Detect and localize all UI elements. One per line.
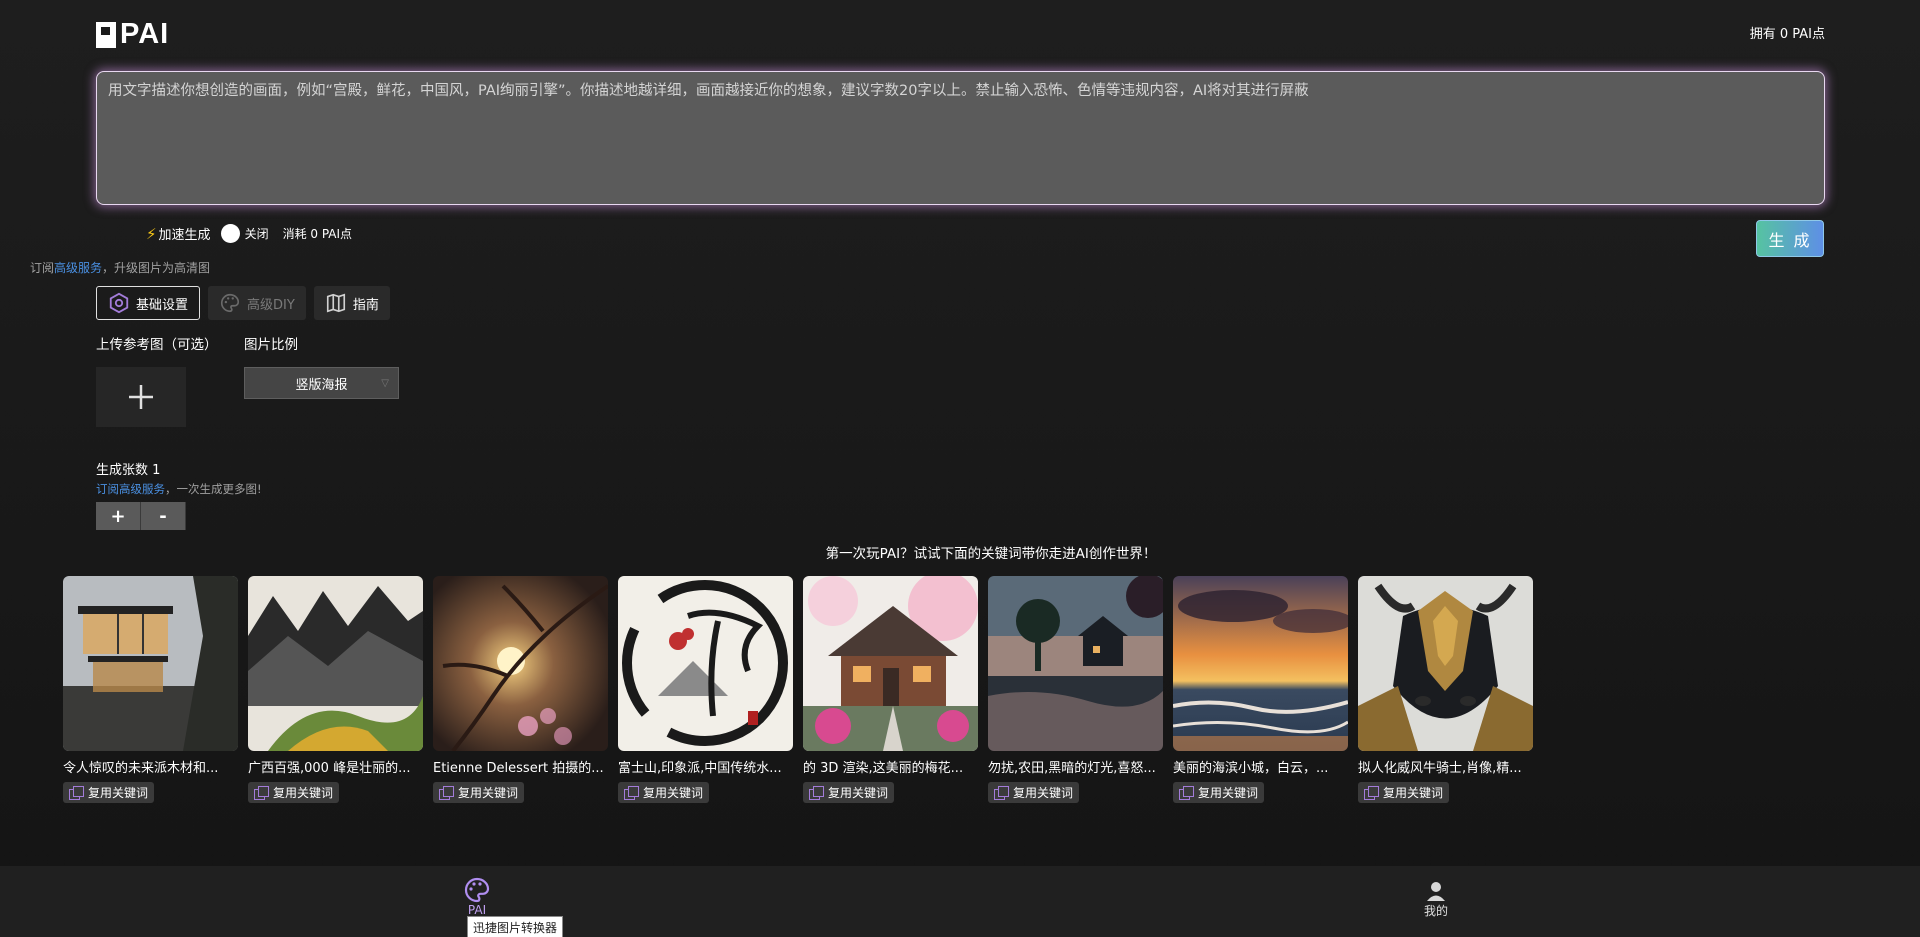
lightning-icon: ⚡ <box>146 224 157 243</box>
count-sub-suffix: ，一次生成更多图! <box>165 482 262 496</box>
reuse-keywords-button[interactable]: 复用关键词 <box>248 782 340 803</box>
copy-icon <box>1179 785 1194 800</box>
gallery-card-title: Etienne Delessert 拍摄的... <box>433 761 604 776</box>
reuse-keywords-button[interactable]: 复用关键词 <box>988 782 1080 803</box>
gallery-card-title: 美丽的海滨小城，白云，... <box>1173 761 1329 776</box>
tab-label: 指南 <box>352 297 379 313</box>
settings-tabs: 基础设置 高级DIY 指南 <box>96 286 390 320</box>
gallery-card[interactable]: 的 3D 渲染,这美丽的梅花... 复用关键词 <box>803 576 978 804</box>
reuse-keywords-button[interactable]: 复用关键词 <box>618 782 710 803</box>
gallery-card[interactable]: 美丽的海滨小城，白云，... 复用关键词 <box>1173 576 1348 804</box>
copy-icon <box>624 785 639 800</box>
bottom-nav: PAI 我的 <box>0 866 1920 937</box>
reuse-label: 复用关键词 <box>273 786 334 800</box>
copy-icon <box>254 785 269 800</box>
palette-icon <box>221 293 240 313</box>
premium-service-link[interactable]: 高级服务 <box>54 261 102 275</box>
points-balance: 拥有 0 PAI点 <box>1749 27 1825 42</box>
ratio-select[interactable]: 竖版海报 ▽ <box>244 367 399 399</box>
generate-button[interactable]: 生 成 <box>1756 220 1824 257</box>
tab-label: 高级DIY <box>247 297 295 313</box>
upload-reference-button[interactable] <box>96 367 186 427</box>
gallery-image-dark-farmhouse[interactable] <box>988 576 1163 751</box>
upload-label: 上传参考图（可选） <box>96 337 218 353</box>
speed-cost: 消耗 0 PAI点 <box>282 227 353 241</box>
reuse-label: 复用关键词 <box>643 786 704 800</box>
speed-row: ⚡ 加速生成 关闭 消耗 0 PAI点 <box>146 224 352 243</box>
map-icon <box>326 293 345 313</box>
gallery-card[interactable]: Etienne Delessert 拍摄的... 复用关键词 <box>433 576 608 804</box>
reuse-keywords-button[interactable]: 复用关键词 <box>63 782 155 803</box>
count-subscribe-link[interactable]: 订阅高级服务 <box>96 482 165 496</box>
gallery-image-fuji-ink[interactable] <box>618 576 793 751</box>
reuse-label: 复用关键词 <box>88 786 149 800</box>
reuse-keywords-button[interactable]: 复用关键词 <box>1358 782 1450 803</box>
copy-icon <box>809 785 824 800</box>
count-plus-button[interactable]: + <box>96 502 141 530</box>
gallery-card-title: 的 3D 渲染,这美丽的梅花... <box>803 761 964 776</box>
example-gallery: 令人惊叹的未来派木材和... 复用关键词 广西百强,000 峰是壮丽的... 复… <box>63 576 1533 804</box>
subscribe-prefix: 订阅 <box>30 261 55 275</box>
gallery-card[interactable]: 富士山,印象派,中国传统水... 复用关键词 <box>618 576 793 804</box>
copy-icon <box>994 785 1009 800</box>
gallery-image-bull-knight[interactable] <box>1358 576 1533 751</box>
reuse-label: 复用关键词 <box>828 786 889 800</box>
reuse-keywords-button[interactable]: 复用关键词 <box>803 782 895 803</box>
subscribe-suffix: ，升级图片为高清图 <box>102 261 211 275</box>
gallery-card[interactable]: 广西百强,000 峰是壮丽的... 复用关键词 <box>248 576 423 804</box>
try-keywords-title: 第一次玩PAI？试试下面的关键词带你走进AI创作世界！ <box>825 546 1157 562</box>
logo-text: PAI <box>120 18 170 50</box>
speed-toggle-state: 关闭 <box>244 227 269 241</box>
gallery-card-title: 勿扰,农田,黑暗的灯光,喜怒... <box>988 761 1156 776</box>
prompt-input[interactable]: 用文字描述你想创造的画面，例如“宫殿，鲜花，中国风，PAI绚丽引擎”。你描述地越… <box>96 71 1825 205</box>
settings-hex-icon <box>109 292 129 314</box>
reuse-label: 复用关键词 <box>1013 786 1074 800</box>
gallery-card[interactable]: 勿扰,农田,黑暗的灯光,喜怒... 复用关键词 <box>988 576 1163 804</box>
subscribe-hd-note: 订阅高级服务，升级图片为高清图 <box>30 259 210 276</box>
tooltip: 迅捷图片转换器 <box>467 916 564 937</box>
logo-mark-icon <box>96 21 116 48</box>
gallery-image-plum-house[interactable] <box>803 576 978 751</box>
copy-icon <box>1364 785 1379 800</box>
tab-label: 基础设置 <box>136 297 189 313</box>
gallery-card-title: 富士山,印象派,中国传统水... <box>618 761 782 776</box>
speed-toggle[interactable] <box>220 224 240 243</box>
count-label: 生成张数 1 <box>96 463 161 478</box>
nav-me-label: 我的 <box>1424 904 1449 918</box>
nav-me[interactable]: 我的 <box>1424 880 1448 919</box>
gallery-image-seaside-town[interactable] <box>1173 576 1348 751</box>
gallery-image-futuristic-house[interactable] <box>63 576 238 751</box>
chevron-down-icon: ▽ <box>381 378 389 389</box>
user-icon <box>1427 882 1445 901</box>
tab-advanced-diy[interactable]: 高级DIY <box>208 286 306 320</box>
gallery-card-title: 拟人化威风牛骑士,肖像,精... <box>1358 761 1522 776</box>
reuse-label: 复用关键词 <box>1198 786 1259 800</box>
ratio-selected-value: 竖版海报 <box>295 377 348 393</box>
gallery-card-title: 令人惊叹的未来派木材和... <box>63 761 219 776</box>
gallery-card-title: 广西百强,000 峰是壮丽的... <box>248 761 411 776</box>
plus-icon <box>129 385 153 409</box>
prompt-placeholder: 用文字描述你想创造的画面，例如“宫殿，鲜花，中国风，PAI绚丽引擎”。你描述地越… <box>108 83 1309 99</box>
count-stepper: + - <box>96 502 186 530</box>
reuse-keywords-button[interactable]: 复用关键词 <box>1173 782 1265 803</box>
gallery-card[interactable]: 令人惊叹的未来派木材和... 复用关键词 <box>63 576 238 804</box>
nav-pai[interactable]: PAI <box>463 877 491 917</box>
gallery-image-guangxi-peaks[interactable] <box>248 576 423 751</box>
reuse-label: 复用关键词 <box>1383 786 1444 800</box>
pai-logo[interactable]: PAI <box>96 18 169 51</box>
copy-icon <box>439 785 454 800</box>
copy-icon <box>69 785 84 800</box>
count-subscribe-note: 订阅高级服务，一次生成更多图! <box>96 481 262 497</box>
ratio-label: 图片比例 <box>244 337 298 353</box>
tab-guide[interactable]: 指南 <box>313 286 390 320</box>
nav-pai-label: PAI <box>467 903 487 917</box>
palette-icon <box>464 877 490 903</box>
gallery-image-sunset-branch[interactable] <box>433 576 608 751</box>
count-minus-button[interactable]: - <box>141 502 186 530</box>
reuse-keywords-button[interactable]: 复用关键词 <box>433 782 525 803</box>
speed-label: 加速生成 <box>158 228 211 243</box>
reuse-label: 复用关键词 <box>458 786 519 800</box>
tab-basic-settings[interactable]: 基础设置 <box>96 286 201 320</box>
gallery-card[interactable]: 拟人化威风牛骑士,肖像,精... 复用关键词 <box>1358 576 1533 804</box>
